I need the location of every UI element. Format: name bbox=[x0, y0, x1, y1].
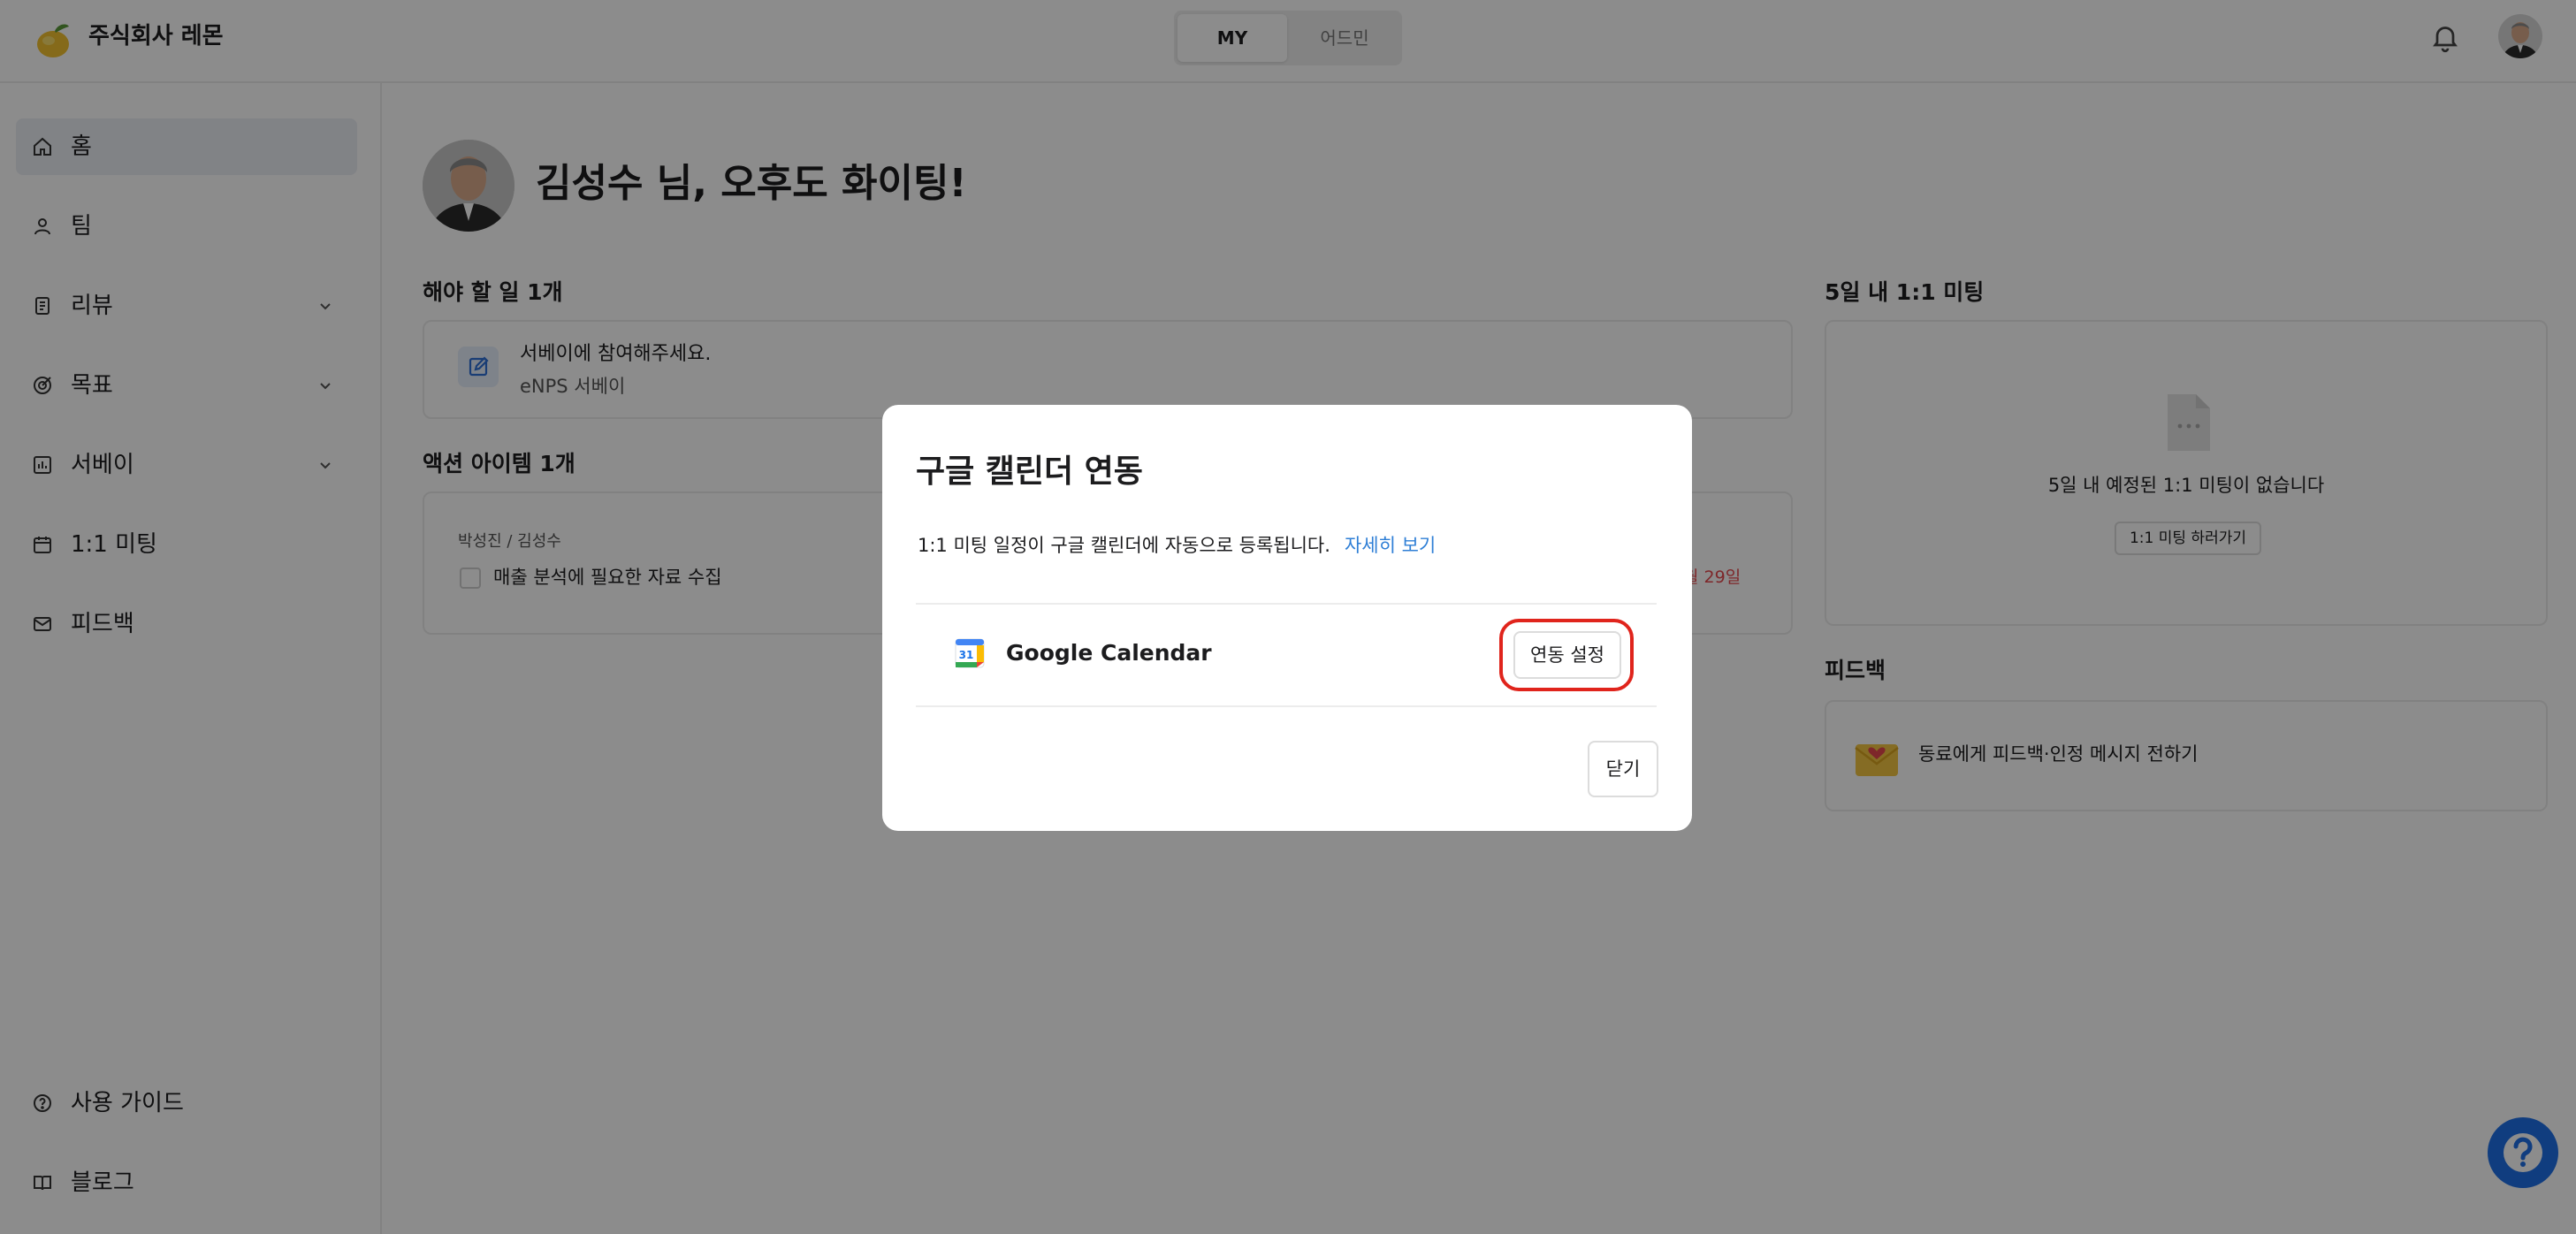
calendar-day-number: 31 bbox=[959, 649, 974, 661]
app-page: 주식회사 레몬 MY 어드민 홈 팀 리뷰 목표 서베이 1:1 미팅 피드백 … bbox=[0, 0, 2576, 1234]
close-button[interactable]: 닫기 bbox=[1588, 741, 1658, 797]
google-calendar-modal: 구글 캘린더 연동 1:1 미팅 일정이 구글 캘린더에 자동으로 등록됩니다.… bbox=[882, 405, 1692, 831]
integration-name: Google Calendar bbox=[1006, 640, 1212, 666]
modal-title: 구글 캘린더 연동 bbox=[916, 453, 1143, 490]
modal-description: 1:1 미팅 일정이 구글 캘린더에 자동으로 등록됩니다. 자세히 보기 bbox=[918, 532, 1436, 559]
google-calendar-icon: 31 bbox=[955, 638, 985, 668]
modal-divider-top bbox=[916, 603, 1657, 605]
modal-description-text: 1:1 미팅 일정이 구글 캘린더에 자동으로 등록됩니다. bbox=[918, 535, 1330, 556]
modal-divider-bottom bbox=[916, 705, 1657, 707]
connect-settings-button[interactable]: 연동 설정 bbox=[1513, 631, 1621, 679]
learn-more-link[interactable]: 자세히 보기 bbox=[1345, 535, 1436, 556]
